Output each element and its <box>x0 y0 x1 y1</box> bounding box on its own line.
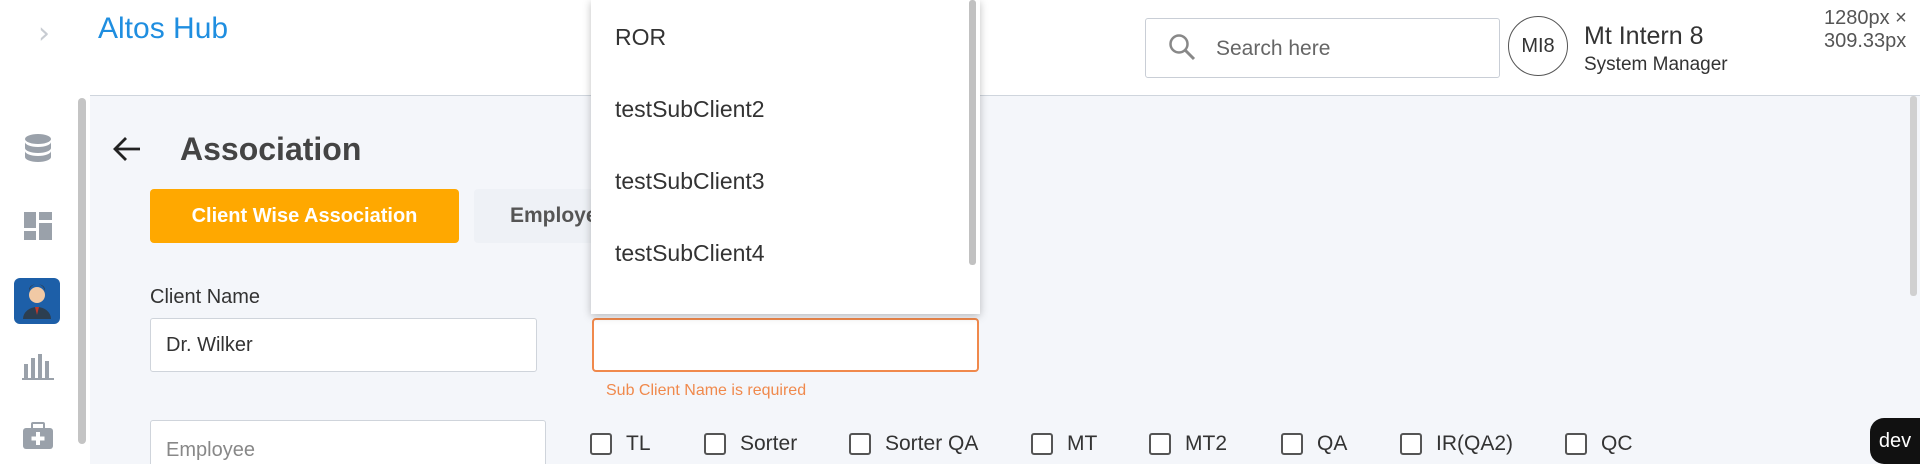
dropdown-option[interactable]: testSubClient3 <box>615 168 765 195</box>
sidebar: › <box>0 0 90 464</box>
avatar[interactable]: MI8 <box>1508 16 1568 76</box>
client-name-value: Dr. Wilker <box>166 333 253 356</box>
role-checkbox-tl[interactable]: TL <box>590 432 651 456</box>
dashboard-icon[interactable] <box>18 206 58 246</box>
checkbox[interactable] <box>704 433 726 455</box>
role-checkbox-qc[interactable]: QC <box>1565 432 1633 456</box>
checkbox[interactable] <box>1400 433 1422 455</box>
checkbox[interactable] <box>1281 433 1303 455</box>
checkbox-label: Sorter QA <box>885 432 979 455</box>
role-checkbox-sorter-qa[interactable]: Sorter QA <box>849 432 978 456</box>
client-name-field[interactable]: Dr. Wilker <box>150 318 537 372</box>
checkbox[interactable] <box>1565 433 1587 455</box>
role-checkbox-mt[interactable]: MT <box>1031 432 1097 456</box>
environment-badge: dev <box>1870 418 1920 464</box>
search-icon <box>1168 33 1196 66</box>
dropdown-scrollbar[interactable] <box>969 0 976 265</box>
search-box[interactable] <box>1145 18 1500 78</box>
tab-client-wise-association[interactable]: Client Wise Association <box>150 189 459 243</box>
checkbox-label: MT2 <box>1185 432 1227 455</box>
analytics-icon[interactable] <box>18 346 58 386</box>
page-title: Association <box>180 131 362 167</box>
role-checkbox-ir-qa2[interactable]: IR(QA2) <box>1400 432 1513 456</box>
role-checkbox-sorter[interactable]: Sorter <box>704 432 797 456</box>
search-input[interactable] <box>1216 33 1486 65</box>
checkbox-label: Sorter <box>740 432 798 455</box>
expand-sidebar-icon[interactable]: › <box>38 16 50 51</box>
page-scrollbar[interactable] <box>1910 96 1917 296</box>
dropdown-option[interactable]: testSubClient2 <box>615 96 765 123</box>
checkbox-label: IR(QA2) <box>1436 432 1514 455</box>
client-name-label: Client Name <box>150 286 261 308</box>
back-arrow-icon[interactable] <box>112 136 142 167</box>
sub-client-error-message: Sub Client Name is required <box>606 382 807 399</box>
role-checkbox-mt2[interactable]: MT2 <box>1149 432 1227 456</box>
database-icon[interactable] <box>18 130 58 170</box>
checkbox[interactable] <box>1149 433 1171 455</box>
dropdown-option[interactable]: testSubClient4 <box>615 240 765 267</box>
brand-logo[interactable]: Altos Hub <box>98 12 228 46</box>
user-name: Mt Intern 8 <box>1584 22 1704 50</box>
checkbox[interactable] <box>590 433 612 455</box>
viewport-dimensions-badge: 1280px × 309.33px <box>1816 4 1920 56</box>
checkbox-label: QA <box>1317 432 1348 455</box>
user-role: System Manager <box>1584 54 1728 75</box>
sub-client-field[interactable] <box>592 318 979 372</box>
role-checkbox-qa[interactable]: QA <box>1281 432 1347 456</box>
medical-kit-icon[interactable] <box>18 416 58 456</box>
sub-client-dropdown: ROR testSubClient2 testSubClient3 testSu… <box>591 0 980 314</box>
checkbox[interactable] <box>1031 433 1053 455</box>
checkbox-label: TL <box>626 432 651 455</box>
sidebar-scrollbar[interactable] <box>78 98 86 444</box>
employee-field[interactable]: Employee <box>150 420 546 464</box>
checkbox-label: QC <box>1601 432 1633 455</box>
checkbox-label: MT <box>1067 432 1098 455</box>
employee-placeholder: Employee <box>166 438 255 461</box>
hrms-app-icon[interactable] <box>14 278 60 324</box>
top-bar: Altos Hub MI8 Mt Intern 8 System Manager… <box>90 0 1920 96</box>
checkbox[interactable] <box>849 433 871 455</box>
dropdown-option[interactable]: ROR <box>615 24 666 51</box>
